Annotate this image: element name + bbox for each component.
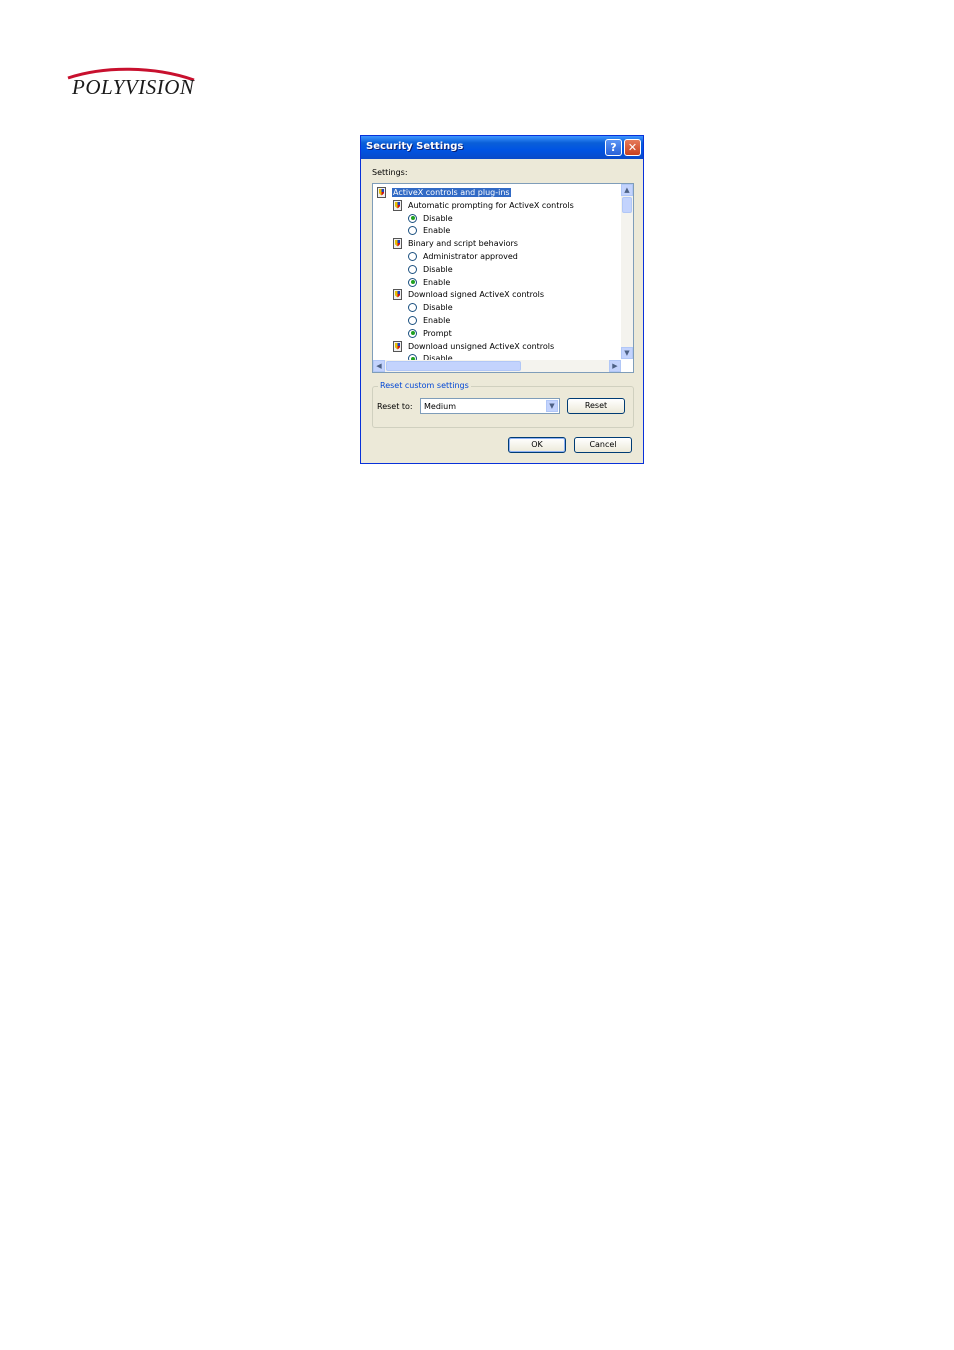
- horizontal-scrollbar[interactable]: ◀ ▶: [373, 360, 621, 372]
- tree-item-label: Download signed ActiveX controls: [408, 290, 545, 300]
- tree-item-label: Automatic prompting for ActiveX controls: [408, 200, 574, 210]
- reset-button[interactable]: Reset: [567, 398, 625, 414]
- scroll-right-button[interactable]: ▶: [609, 360, 621, 372]
- help-icon: ?: [610, 141, 617, 154]
- help-button[interactable]: ?: [605, 139, 622, 156]
- ok-button[interactable]: OK: [508, 437, 566, 453]
- tree-item-label: Enable: [423, 277, 451, 287]
- dialog-title: Security Settings: [366, 141, 464, 152]
- tree-item-label: Administrator approved: [423, 252, 518, 261]
- shield-icon: [393, 340, 402, 352]
- vertical-scroll-thumb[interactable]: [622, 197, 632, 213]
- chevron-down-icon: ▼: [549, 402, 555, 410]
- radio-button[interactable]: [408, 316, 417, 325]
- reset-to-label: Reset to:: [377, 402, 413, 411]
- tree-item-label: Disable: [423, 303, 453, 313]
- logo-text: POLYVISION: [72, 75, 195, 99]
- tree-item-label: Enable: [423, 226, 451, 236]
- reset-to-value: Medium: [424, 402, 456, 411]
- close-button[interactable]: ✕: [624, 139, 641, 156]
- close-icon: ✕: [627, 141, 638, 154]
- tree-item-label: Disable: [423, 213, 453, 223]
- scroll-left-button[interactable]: ◀: [373, 360, 385, 372]
- tree-item-label: Enable: [423, 316, 451, 325]
- security-settings-dialog: Security Settings ? ✕ Settings: ActiveX …: [360, 135, 644, 464]
- settings-tree-list[interactable]: ActiveX controls and plug-ins Automatic p…: [372, 183, 634, 373]
- radio-button[interactable]: [408, 328, 417, 338]
- shield-icon: [393, 199, 402, 211]
- tree-item-label: ActiveX controls and plug-ins: [392, 188, 511, 197]
- shield-icon: [393, 238, 402, 250]
- horizontal-scroll-thumb[interactable]: [386, 361, 521, 371]
- chevron-up-icon: ▲: [624, 186, 630, 194]
- vertical-scrollbar[interactable]: ▲ ▼: [621, 184, 633, 359]
- shield-icon: [377, 187, 386, 198]
- radio-button[interactable]: [408, 213, 417, 223]
- tree-item-label: Download unsigned ActiveX controls: [408, 341, 555, 351]
- reset-group-title: Reset custom settings: [378, 381, 471, 390]
- tree-item-label: Binary and script behaviors: [408, 239, 518, 249]
- radio-button[interactable]: [408, 277, 417, 287]
- tree-item-label: Prompt: [423, 328, 452, 338]
- reset-to-dropdown[interactable]: Medium ▼: [420, 398, 560, 414]
- dropdown-arrow-button[interactable]: ▼: [546, 400, 558, 412]
- chevron-down-icon: ▼: [624, 349, 630, 357]
- radio-button[interactable]: [408, 226, 417, 236]
- cancel-button[interactable]: Cancel: [574, 437, 632, 453]
- settings-label: Settings:: [372, 168, 408, 177]
- chevron-right-icon: ▶: [612, 362, 618, 370]
- scroll-up-button[interactable]: ▲: [621, 184, 633, 196]
- radio-button[interactable]: [408, 303, 417, 313]
- scroll-down-button[interactable]: ▼: [621, 347, 633, 359]
- radio-button[interactable]: [408, 264, 417, 274]
- radio-button[interactable]: [408, 252, 417, 261]
- chevron-left-icon: ◀: [376, 362, 382, 370]
- tree-item-label: Disable: [423, 264, 453, 274]
- polyvision-logo: POLYVISION: [64, 66, 204, 102]
- shield-icon: [393, 289, 402, 301]
- title-bar[interactable]: Security Settings ? ✕: [361, 136, 643, 159]
